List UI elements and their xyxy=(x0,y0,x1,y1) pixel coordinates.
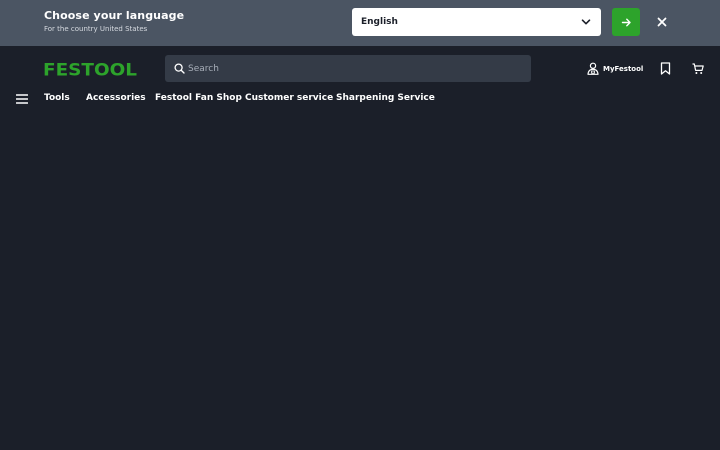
logo-text: FESTOOL xyxy=(43,61,137,78)
myfestool-label: MyFestool xyxy=(603,64,644,73)
nav-item-tools[interactable]: Tools xyxy=(44,93,70,103)
language-banner-title: Choose your language xyxy=(44,9,185,22)
language-banner-subtitle: For the country United States xyxy=(44,25,148,33)
bookmark-icon[interactable] xyxy=(660,62,671,75)
search-bar xyxy=(165,55,531,82)
chevron-down-icon xyxy=(581,19,591,25)
arrow-right-icon xyxy=(621,18,631,26)
nav-item-festool-fan-shop[interactable]: Festool Fan Shop xyxy=(155,93,242,103)
cart-icon[interactable] xyxy=(692,63,704,75)
hamburger-menu-icon[interactable] xyxy=(16,94,28,104)
close-icon xyxy=(657,17,667,27)
user-icon xyxy=(587,62,599,75)
language-banner: Choose your language For the country Uni… xyxy=(0,0,720,46)
myfestool-account-link[interactable]: MyFestool xyxy=(587,61,643,76)
nav-item-accessories[interactable]: Accessories xyxy=(86,93,146,103)
language-submit-button[interactable] xyxy=(612,8,640,36)
search-input[interactable] xyxy=(188,55,518,82)
nav-item-customer-service[interactable]: Customer service xyxy=(245,93,333,103)
festool-logo[interactable]: FESTOOL xyxy=(43,60,138,78)
language-select-value: English xyxy=(361,17,398,27)
search-icon xyxy=(174,63,185,74)
language-banner-close-button[interactable] xyxy=(655,15,669,29)
nav-item-sharpening-service[interactable]: Sharpening Service xyxy=(336,93,435,103)
language-select[interactable]: English xyxy=(352,8,601,36)
